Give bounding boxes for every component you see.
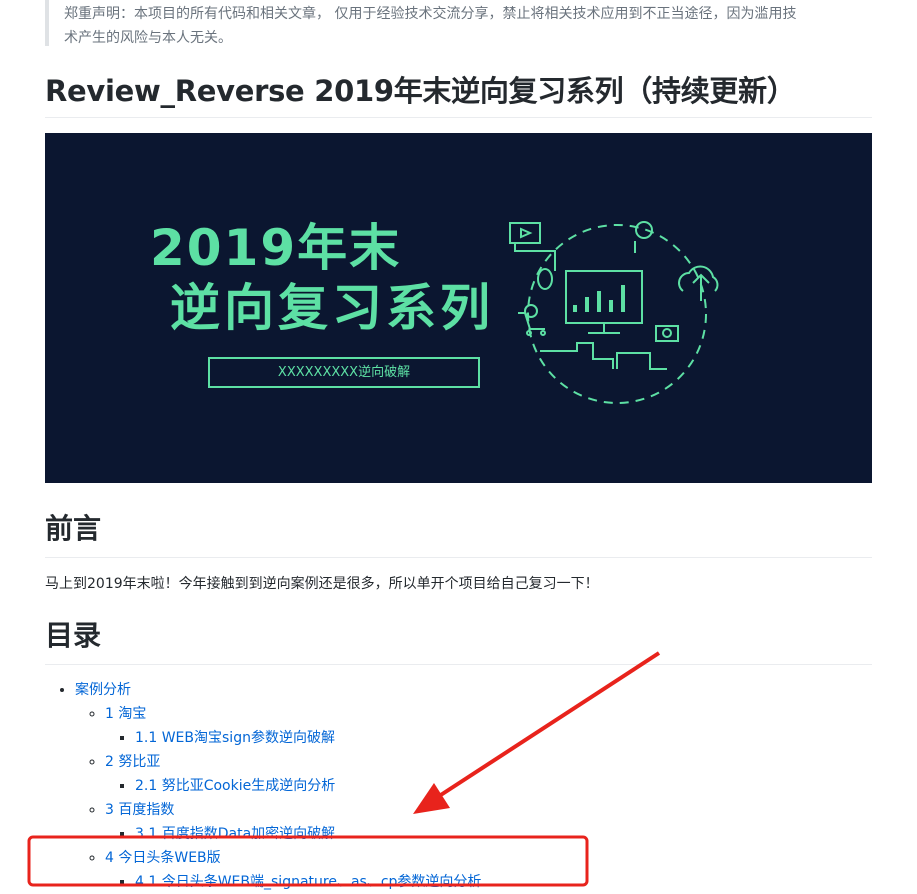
toc-item-root: 案例分析 1 淘宝 1.1 WEB淘宝sign参数逆向破解 2 努比亚 2.1 … [75, 678, 872, 894]
toc-link-nubia-cookie[interactable]: 2.1 努比亚Cookie生成逆向分析 [135, 778, 335, 794]
toc-subsection: 4.1 今日头条WEB端_signature、as、cp参数逆向分析 [135, 870, 872, 894]
toc-subsublist: 4.1 今日头条WEB端_signature、as、cp参数逆向分析 [105, 870, 872, 894]
toc-subsublist: 1.1 WEB淘宝sign参数逆向破解 [105, 726, 872, 750]
banner-subtitle-box: XXXXXXXXX逆向破解 [208, 357, 480, 388]
banner-title-line-1: 2019年末 [150, 219, 402, 277]
preface-heading: 前言 [45, 509, 872, 558]
toc-link-taobao-sign[interactable]: 1.1 WEB淘宝sign参数逆向破解 [135, 730, 335, 746]
toc-link-taobao[interactable]: 1 淘宝 [105, 706, 146, 722]
disclaimer-line-1: 郑重声明：本项目的所有代码和相关文章， 仅用于经验技术交流分享，禁止将相关技术应… [64, 6, 797, 22]
toc-subsection: 3.1 百度指数Data加密逆向破解 [135, 822, 872, 846]
toc-heading: 目录 [45, 616, 872, 665]
toc-link-baidu-index[interactable]: 3 百度指数 [105, 802, 174, 818]
toc-section: 2 努比亚 2.1 努比亚Cookie生成逆向分析 [105, 750, 872, 798]
toc-subsection: 2.1 努比亚Cookie生成逆向分析 [135, 774, 872, 798]
preface-text: 马上到2019年末啦！今年接触到到逆向案例还是很多，所以单开个项目给自己复习一下… [45, 576, 599, 592]
toc-link-case-analysis[interactable]: 案例分析 [75, 682, 131, 698]
article: 郑重声明：本项目的所有代码和相关文章， 仅用于经验技术交流分享，禁止将相关技术应… [45, 0, 872, 894]
banner-image: 2019年末 逆向复习系列 XXXXXXXXX逆向破解 [45, 133, 872, 483]
toc-link-toutiao[interactable]: 4 今日头条WEB版 [105, 850, 221, 866]
toc-subsublist: 3.1 百度指数Data加密逆向破解 [105, 822, 872, 846]
toc-sublist: 1 淘宝 1.1 WEB淘宝sign参数逆向破解 2 努比亚 2.1 努比亚Co… [75, 702, 872, 894]
toc-link-baidu-data[interactable]: 3.1 百度指数Data加密逆向破解 [135, 826, 335, 842]
banner-title-line-2: 逆向复习系列 [170, 279, 494, 337]
toc-section: 1 淘宝 1.1 WEB淘宝sign参数逆向破解 [105, 702, 872, 750]
toc-list: 案例分析 1 淘宝 1.1 WEB淘宝sign参数逆向破解 2 努比亚 2.1 … [45, 678, 872, 894]
toc-subsublist: 2.1 努比亚Cookie生成逆向分析 [105, 774, 872, 798]
toc-section: 3 百度指数 3.1 百度指数Data加密逆向破解 [105, 798, 872, 846]
page-title: Review_Reverse 2019年末逆向复习系列（持续更新） [45, 46, 872, 118]
toc-section: 4 今日头条WEB版 4.1 今日头条WEB端_signature、as、cp参… [105, 846, 872, 894]
disclaimer-quote: 郑重声明：本项目的所有代码和相关文章， 仅用于经验技术交流分享，禁止将相关技术应… [45, 0, 872, 46]
toc-subsection: 1.1 WEB淘宝sign参数逆向破解 [135, 726, 872, 750]
toc-link-nubia[interactable]: 2 努比亚 [105, 754, 160, 770]
